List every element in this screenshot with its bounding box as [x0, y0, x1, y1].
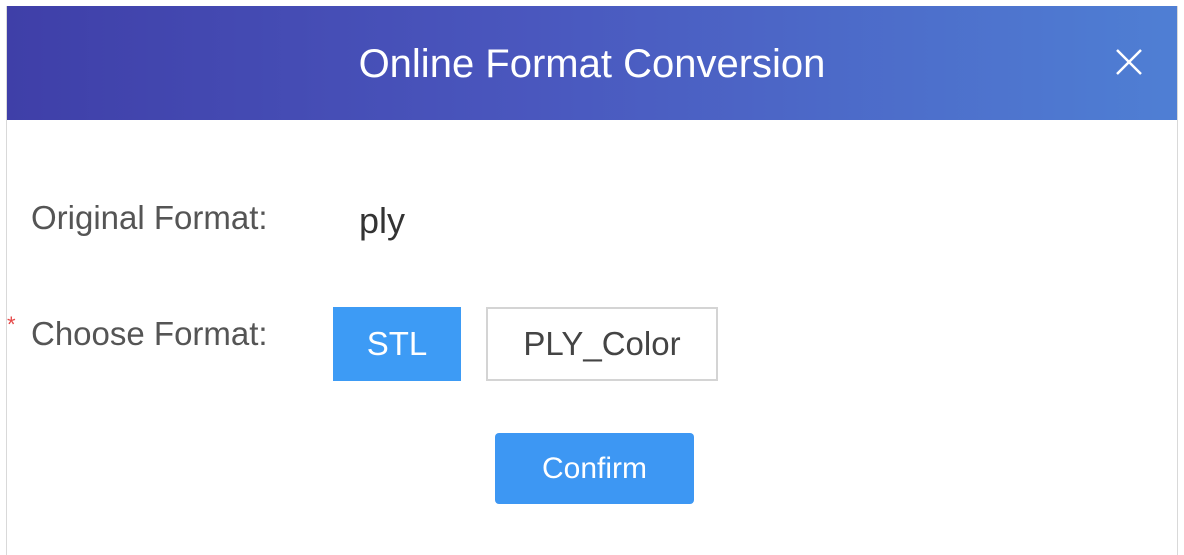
close-button[interactable] [1109, 42, 1149, 82]
format-option-stl[interactable]: STL [333, 307, 461, 381]
dialog-header: Online Format Conversion [7, 6, 1177, 120]
original-format-label: Original Format: [31, 199, 268, 236]
confirm-button[interactable]: Confirm [495, 433, 694, 504]
close-icon [1116, 49, 1142, 75]
choose-format-label: Choose Format: [31, 315, 268, 352]
format-conversion-dialog: Online Format Conversion Original Format… [6, 6, 1178, 555]
required-marker: * [7, 312, 16, 337]
original-format-value: ply [359, 200, 406, 241]
dialog-title: Online Format Conversion [358, 42, 826, 86]
format-option-ply-color[interactable]: PLY_Color [486, 307, 718, 381]
